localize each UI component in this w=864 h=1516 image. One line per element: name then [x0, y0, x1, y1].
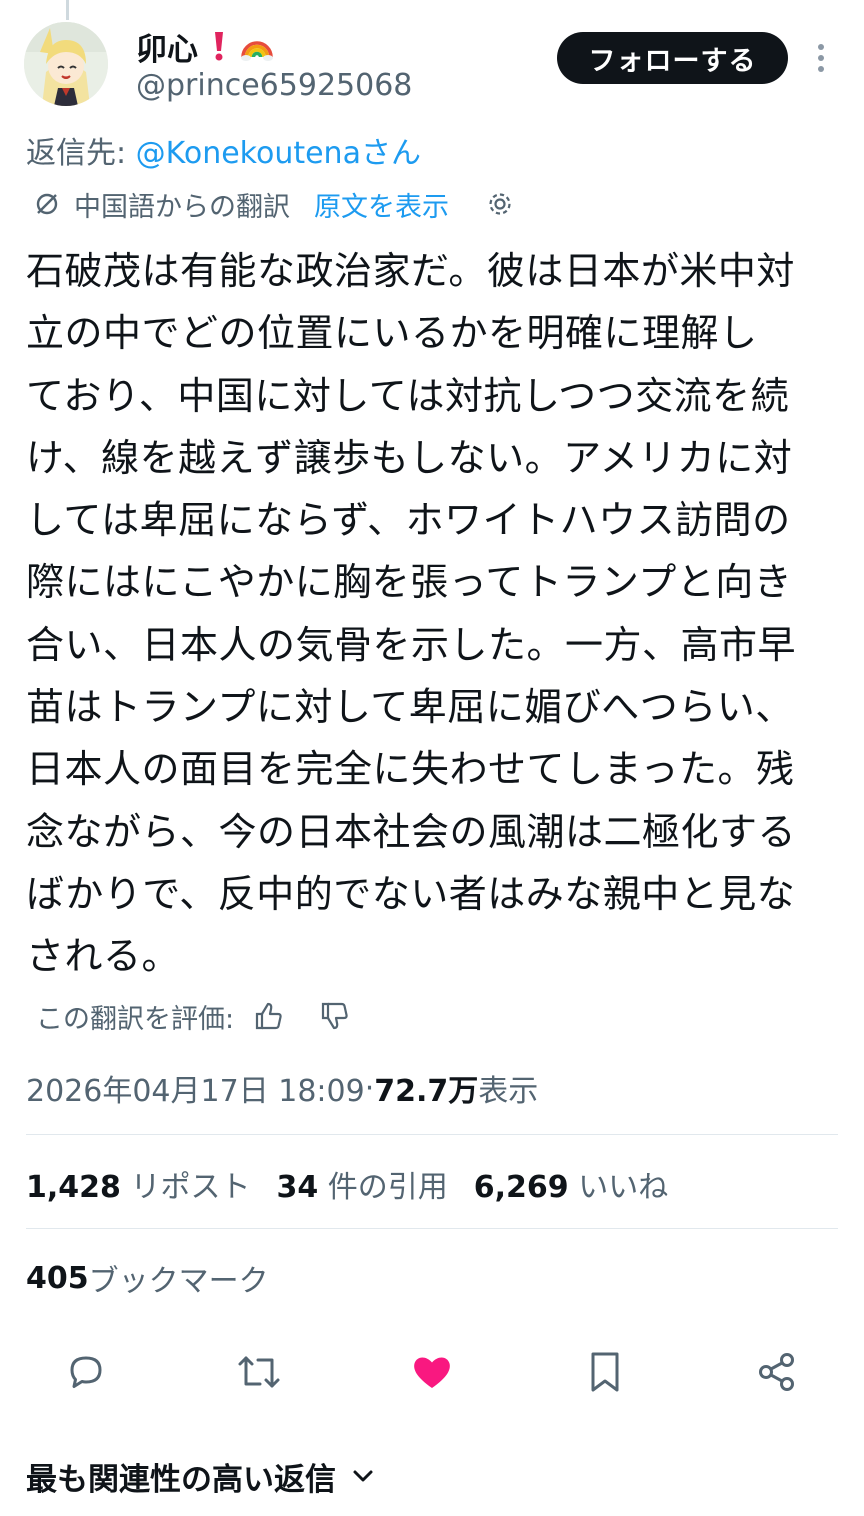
reply-to-line: 返信先: @Konekoutenaさん: [26, 128, 421, 172]
red-exclamation-icon: [215, 32, 223, 61]
like-button[interactable]: [408, 1348, 456, 1396]
views-count: 72.7万: [374, 1074, 479, 1109]
divider: [26, 1134, 838, 1135]
rainbow-icon: [241, 41, 273, 61]
tweet-actions-bar: [0, 1340, 864, 1404]
thread-connector-line: [66, 0, 69, 20]
bookmark-button[interactable]: [581, 1348, 629, 1396]
replies-sort-label: 最も関連性の高い返信: [26, 1461, 336, 1498]
engagement-stats-row: 1,428 リポスト 34 件の引用 6,269 いいね: [26, 1160, 694, 1208]
avatar[interactable]: [24, 22, 108, 106]
share-icon: [759, 1353, 794, 1391]
follow-button[interactable]: フォローする: [557, 32, 788, 84]
author-handle[interactable]: @prince65925068: [136, 68, 412, 103]
thumbs-up-icon[interactable]: [252, 999, 286, 1033]
reply-icon: [70, 1356, 102, 1388]
rate-translation-row: この翻訳を評価:: [36, 994, 352, 1038]
likes-stat[interactable]: 6,269 いいね: [474, 1162, 668, 1206]
translation-bar: 中国語からの翻訳 原文を表示: [32, 184, 515, 224]
share-button[interactable]: [753, 1348, 801, 1396]
reply-button[interactable]: [62, 1348, 110, 1396]
translation-settings-gear-icon[interactable]: [485, 189, 515, 219]
tweet-timestamp[interactable]: 2026年04月17日 18:09: [26, 1066, 365, 1110]
tweet-text: 石破茂は有能な政治家だ。彼は日本が米中対 立の中でどの位置にいるかを明確に理解し…: [26, 249, 797, 979]
translate-icon: [36, 193, 58, 215]
heart-filled-icon: [414, 1357, 450, 1388]
bookmarks-count: 405: [26, 1260, 89, 1296]
reply-mention-link[interactable]: @Konekoutenaさん: [136, 136, 421, 171]
translation-note: 中国語からの翻訳: [74, 191, 290, 223]
views-label: 表示: [478, 1074, 539, 1109]
quotes-count: 34: [276, 1170, 319, 1205]
author-name-row[interactable]: 卯心: [136, 24, 274, 68]
reposts-label: リポスト: [120, 1170, 251, 1205]
divider: [26, 1228, 838, 1229]
author-display-name[interactable]: 卯心: [136, 24, 198, 69]
avatar-image: [24, 22, 108, 106]
show-original-link[interactable]: 原文を表示: [314, 185, 449, 224]
rate-translation-label: この翻訳を評価:: [36, 1003, 235, 1035]
reply-mention-suffix[interactable]: さん: [361, 136, 421, 171]
reposts-stat[interactable]: 1,428 リポスト: [26, 1162, 250, 1206]
repost-icon: [238, 1356, 280, 1388]
likes-count: 6,269: [473, 1170, 569, 1205]
more-dot: [818, 44, 824, 50]
reply-to-prefix: 返信先:: [26, 136, 136, 171]
more-dot: [818, 66, 824, 72]
tweet-meta-row: 2026年04月17日 18:09 · 72.7万 表示: [26, 1064, 538, 1112]
chevron-down-icon: [353, 1470, 373, 1482]
bookmark-icon: [591, 1352, 619, 1392]
meta-separator: ·: [364, 1070, 375, 1106]
more-options-icon[interactable]: [806, 38, 836, 78]
likes-label: いいね: [568, 1170, 669, 1205]
reply-mention-handle[interactable]: @Konekoutena: [136, 136, 361, 171]
thumbs-down-icon[interactable]: [318, 999, 352, 1033]
bookmarks-label: ブックマーク: [88, 1264, 269, 1299]
repost-button[interactable]: [235, 1348, 283, 1396]
replies-sort-dropdown[interactable]: 最も関連性の高い返信: [26, 1452, 376, 1500]
reposts-count: 1,428: [26, 1170, 121, 1205]
bookmarks-stat[interactable]: 405 ブックマーク: [26, 1254, 269, 1302]
quotes-stat[interactable]: 34 件の引用: [276, 1162, 447, 1206]
quotes-label: 件の引用: [318, 1170, 448, 1205]
more-dot: [818, 55, 824, 61]
